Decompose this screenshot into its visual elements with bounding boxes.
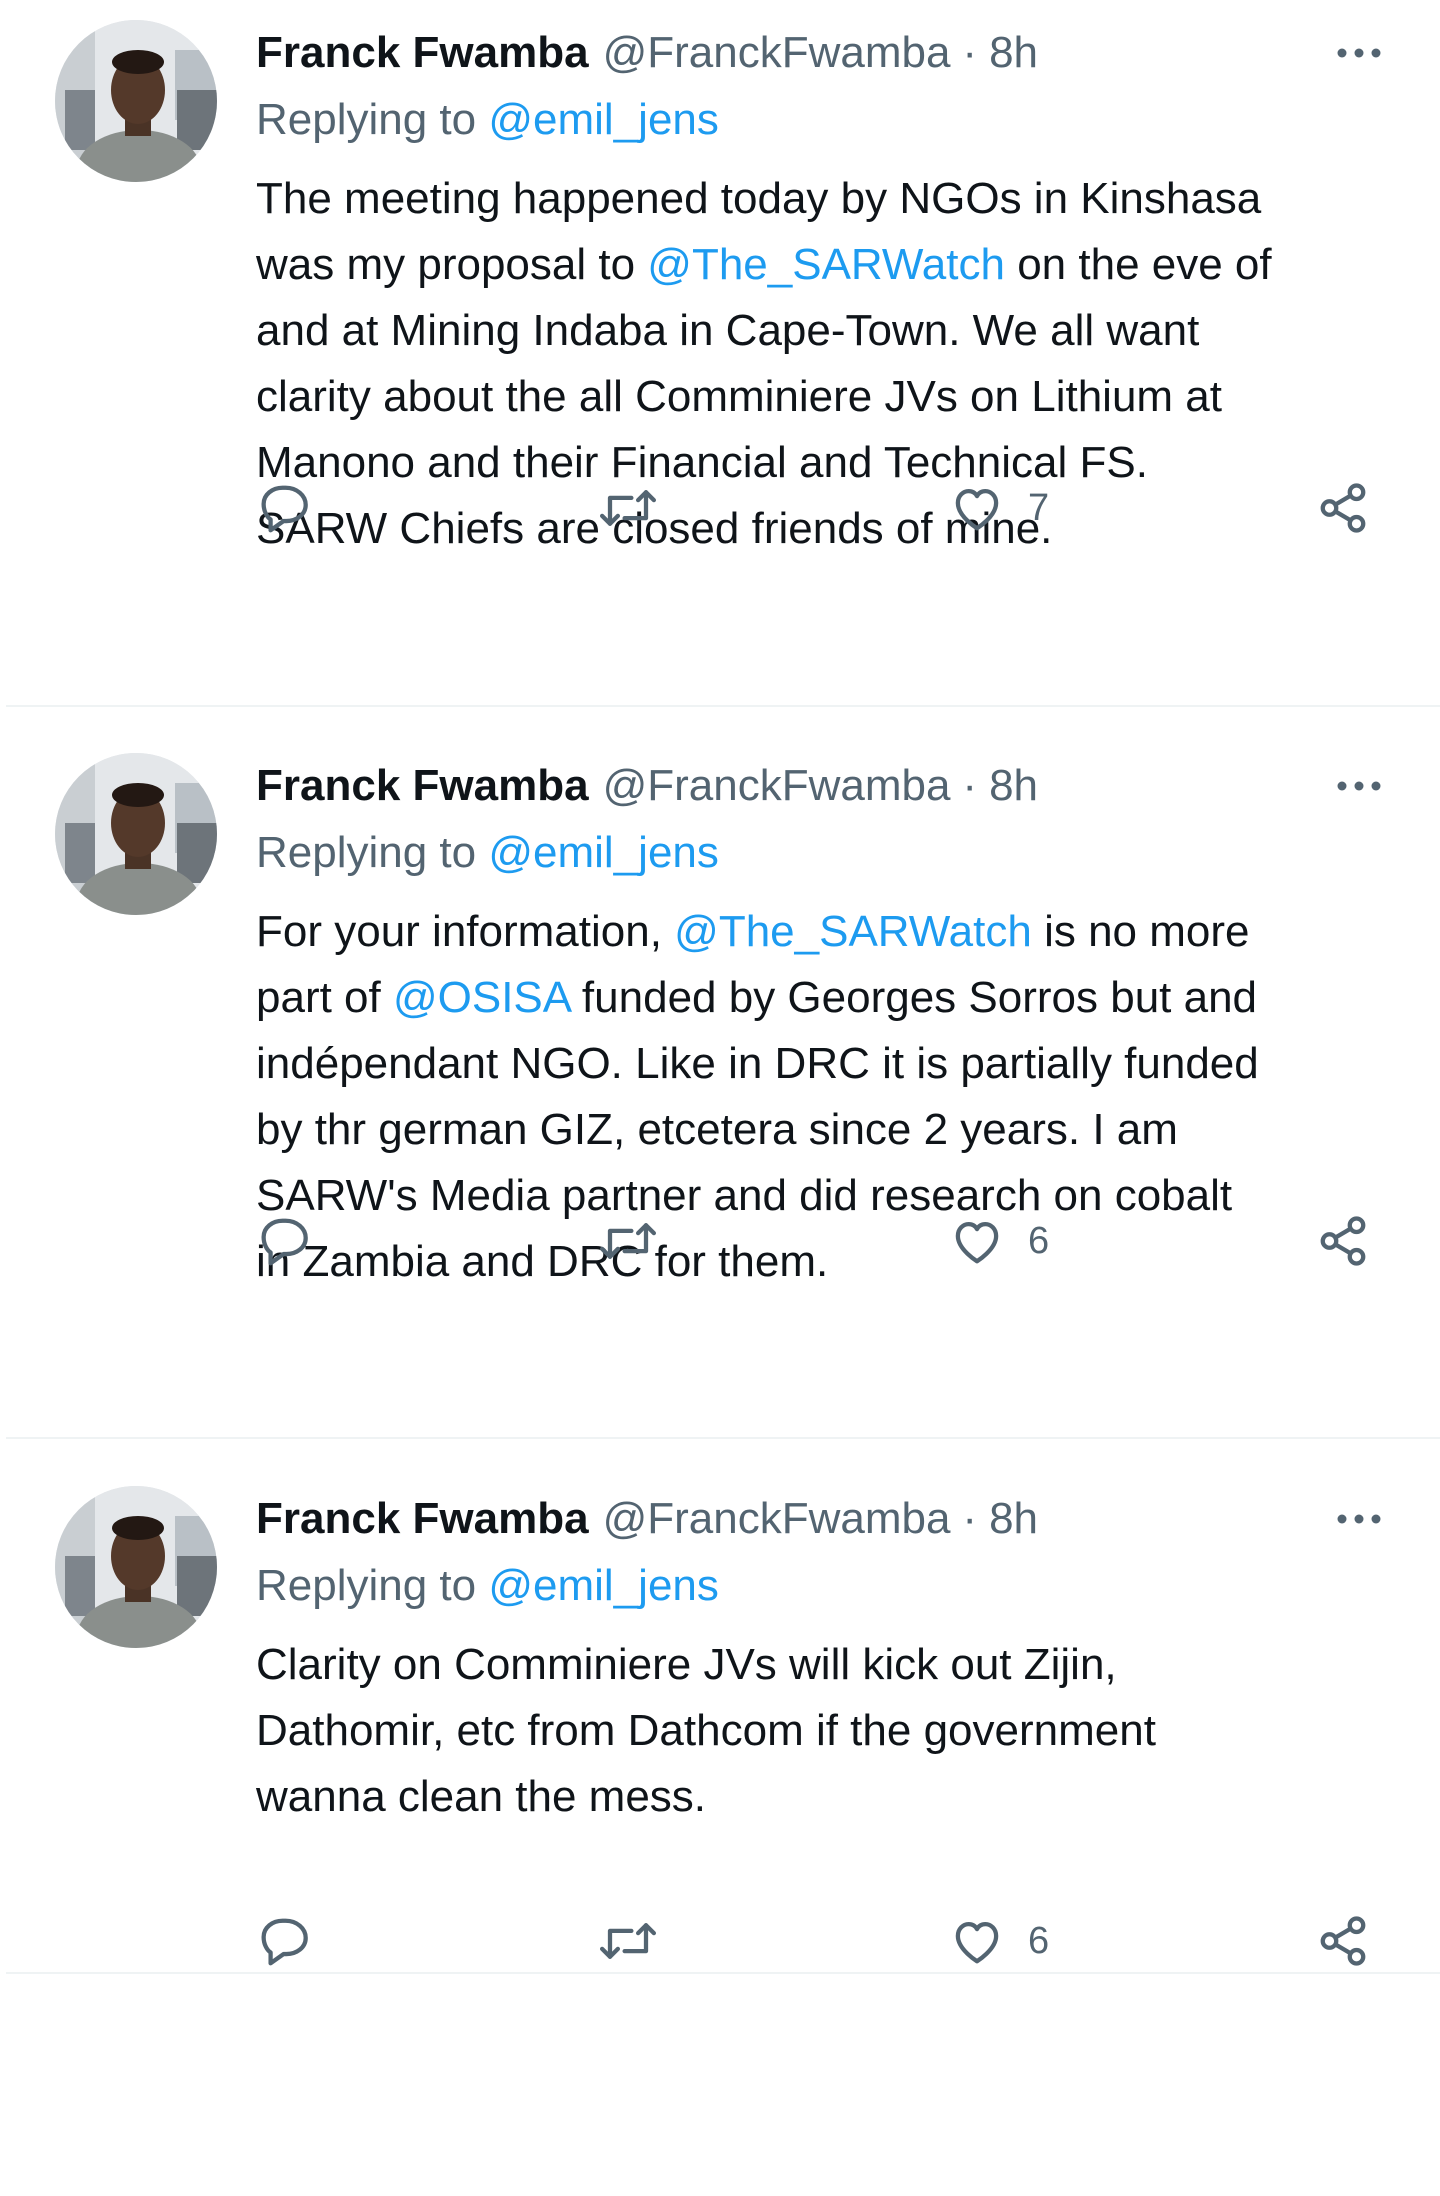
timestamp[interactable]: 8h bbox=[989, 1494, 1038, 1544]
text-line: clarity about the all Comminiere JVs on … bbox=[256, 364, 1406, 430]
share-icon bbox=[1320, 1216, 1366, 1266]
author-name[interactable]: Franck Fwamba bbox=[256, 761, 589, 811]
retweet-icon bbox=[599, 490, 657, 526]
mention-link[interactable]: @The_SARWatch bbox=[647, 240, 1005, 289]
mention-link[interactable]: @OSISA bbox=[393, 973, 570, 1022]
heart-icon bbox=[955, 488, 999, 531]
retweet-button[interactable] bbox=[598, 1906, 658, 1976]
text-segment: was my proposal to bbox=[256, 240, 648, 289]
text-line: part of @OSISA funded by Georges Sorros … bbox=[256, 965, 1406, 1031]
divider bbox=[6, 705, 1440, 707]
timestamp[interactable]: 8h bbox=[989, 761, 1038, 811]
like-button[interactable]: 6 bbox=[950, 1906, 1049, 1976]
text-segment: by thr german GIZ, etcetera since 2 year… bbox=[256, 1105, 1178, 1154]
replying-to: Replying to @emil_jens bbox=[256, 1561, 719, 1611]
more-icon[interactable] bbox=[1330, 763, 1388, 809]
share-icon bbox=[1320, 1916, 1366, 1966]
text-line: and at Mining Indaba in Cape-Town. We al… bbox=[256, 298, 1406, 364]
retweet-button[interactable] bbox=[598, 1206, 658, 1276]
tweet[interactable]: Franck Fwamba @FranckFwamba · 8h Replyin… bbox=[0, 733, 1440, 1463]
text-line: Clarity on Comminiere JVs will kick out … bbox=[256, 1632, 1406, 1698]
share-button[interactable] bbox=[1316, 1206, 1370, 1276]
tweet[interactable]: Franck Fwamba @FranckFwamba · 8h Replyin… bbox=[0, 1466, 1440, 2196]
retweet-button[interactable] bbox=[598, 473, 658, 543]
text-segment: indépendant NGO. Like in DRC it is parti… bbox=[256, 1039, 1259, 1088]
like-count: 6 bbox=[1028, 1219, 1050, 1262]
text-line: Dathomir, etc from Dathcom if the govern… bbox=[256, 1698, 1406, 1764]
text-segment: part of bbox=[256, 973, 393, 1022]
text-segment: and at Mining Indaba in Cape-Town. We al… bbox=[256, 306, 1200, 355]
action-bar: 6 bbox=[0, 1906, 1440, 1976]
text-segment: is no more bbox=[1031, 907, 1250, 956]
like-button[interactable]: 7 bbox=[950, 473, 1049, 543]
text-segment: The meeting happened today by NGOs in Ki… bbox=[256, 174, 1262, 223]
reply-icon bbox=[261, 1218, 308, 1266]
tweet[interactable]: Franck Fwamba @FranckFwamba · 8h Replyin… bbox=[0, 0, 1440, 730]
text-line: wanna clean the mess. bbox=[256, 1764, 1406, 1830]
like-count: 7 bbox=[1028, 486, 1050, 529]
action-bar: 7 bbox=[0, 473, 1440, 543]
author-name[interactable]: Franck Fwamba bbox=[256, 28, 589, 78]
text-line: For your information, @The_SARWatch is n… bbox=[256, 899, 1406, 965]
author-handle[interactable]: @FranckFwamba bbox=[603, 761, 951, 811]
separator-dot: · bbox=[962, 1494, 978, 1543]
reply-button[interactable] bbox=[258, 1906, 312, 1976]
text-segment: For your information, bbox=[256, 907, 675, 956]
author-name[interactable]: Franck Fwamba bbox=[256, 1494, 589, 1544]
replying-to: Replying to @emil_jens bbox=[256, 95, 719, 145]
separator-dot: · bbox=[962, 761, 978, 810]
text-line: indépendant NGO. Like in DRC it is parti… bbox=[256, 1031, 1406, 1097]
reply-icon bbox=[261, 485, 308, 533]
text-segment: clarity about the all Comminiere JVs on … bbox=[256, 372, 1222, 421]
reply-button[interactable] bbox=[258, 473, 312, 543]
retweet-icon bbox=[599, 1223, 657, 1259]
tweet-header: Franck Fwamba @FranckFwamba · 8h bbox=[256, 1484, 1038, 1554]
text-line: was my proposal to @The_SARWatch on the … bbox=[256, 232, 1406, 298]
like-button[interactable]: 6 bbox=[950, 1206, 1049, 1276]
tweet-header: Franck Fwamba @FranckFwamba · 8h bbox=[256, 18, 1038, 88]
like-count: 6 bbox=[1028, 1919, 1050, 1962]
avatar[interactable] bbox=[55, 20, 217, 182]
replying-mention-link[interactable]: @emil_jens bbox=[488, 828, 719, 877]
avatar[interactable] bbox=[55, 1486, 217, 1648]
text-segment: wanna clean the mess. bbox=[256, 1772, 707, 1821]
action-bar: 6 bbox=[0, 1206, 1440, 1276]
divider bbox=[6, 1972, 1440, 1974]
tweet-text: Clarity on Comminiere JVs will kick out … bbox=[256, 1632, 1406, 1830]
share-button[interactable] bbox=[1316, 1906, 1370, 1976]
replying-label: Replying to bbox=[256, 95, 489, 144]
text-line: by thr german GIZ, etcetera since 2 year… bbox=[256, 1097, 1406, 1163]
more-icon[interactable] bbox=[1330, 30, 1388, 76]
replying-mention-link[interactable]: @emil_jens bbox=[488, 95, 719, 144]
share-icon bbox=[1320, 483, 1366, 533]
divider bbox=[6, 1437, 1440, 1439]
timestamp[interactable]: 8h bbox=[989, 28, 1038, 78]
text-segment: Dathomir, etc from Dathcom if the govern… bbox=[256, 1706, 1156, 1755]
text-line: The meeting happened today by NGOs in Ki… bbox=[256, 166, 1406, 232]
avatar[interactable] bbox=[55, 753, 217, 915]
replying-label: Replying to bbox=[256, 1561, 489, 1610]
heart-icon bbox=[955, 1221, 999, 1264]
text-segment: Clarity on Comminiere JVs will kick out … bbox=[256, 1640, 1117, 1689]
reply-button[interactable] bbox=[258, 1206, 312, 1276]
tweet-header: Franck Fwamba @FranckFwamba · 8h bbox=[256, 751, 1038, 821]
author-handle[interactable]: @FranckFwamba bbox=[603, 28, 951, 78]
reply-icon bbox=[261, 1918, 308, 1966]
replying-to: Replying to @emil_jens bbox=[256, 828, 719, 878]
separator-dot: · bbox=[962, 28, 978, 77]
replying-label: Replying to bbox=[256, 828, 489, 877]
text-segment: on the eve of bbox=[1004, 240, 1272, 289]
more-icon[interactable] bbox=[1330, 1496, 1388, 1542]
replying-mention-link[interactable]: @emil_jens bbox=[488, 1561, 719, 1610]
text-segment: funded by Georges Sorros but and bbox=[569, 973, 1258, 1022]
mention-link[interactable]: @The_SARWatch bbox=[674, 907, 1032, 956]
author-handle[interactable]: @FranckFwamba bbox=[603, 1494, 951, 1544]
heart-icon bbox=[955, 1921, 999, 1964]
retweet-icon bbox=[599, 1923, 657, 1959]
share-button[interactable] bbox=[1316, 473, 1370, 543]
